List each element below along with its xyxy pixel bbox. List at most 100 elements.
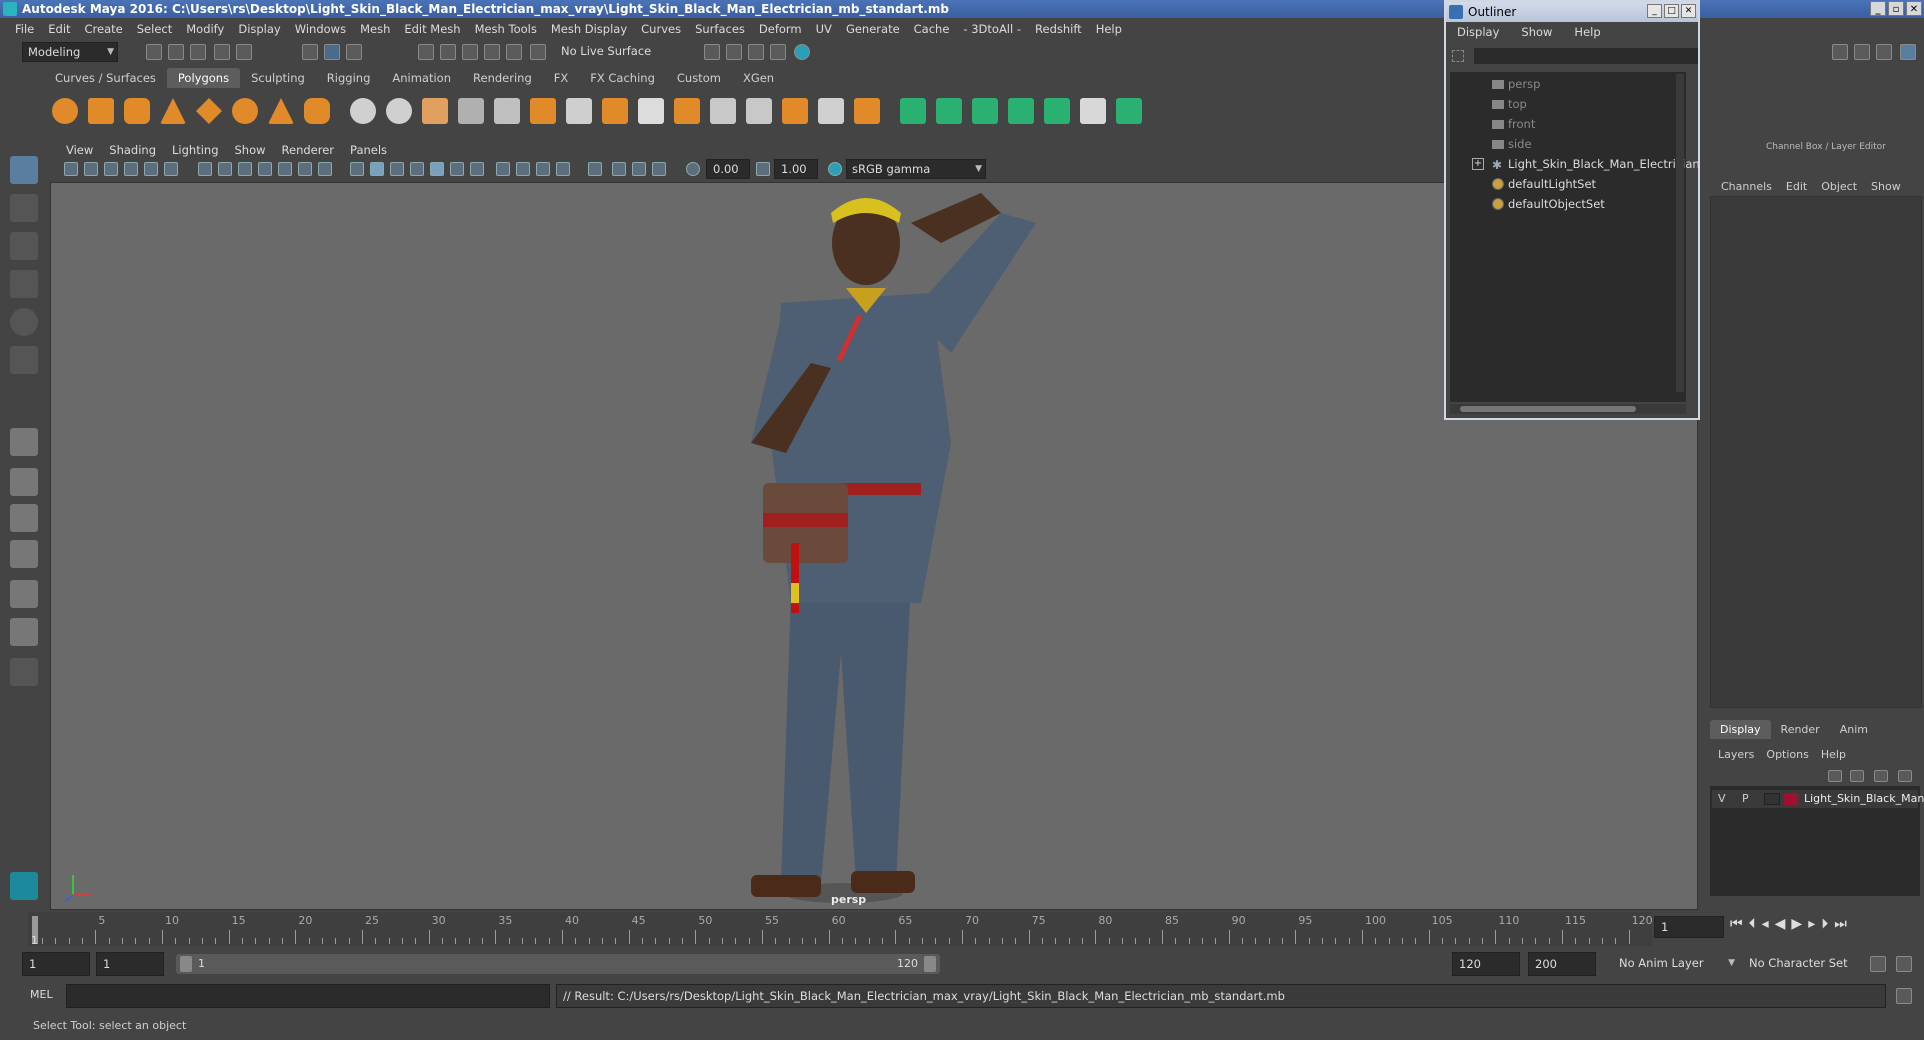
outliner-item-default-light-set[interactable]: defaultLightSet xyxy=(1508,175,1596,193)
viewport-menu-show[interactable]: Show xyxy=(227,143,274,157)
menu-deform[interactable]: Deform xyxy=(752,22,809,36)
move-tool-icon[interactable] xyxy=(10,270,38,298)
field-chart-icon[interactable] xyxy=(278,162,292,176)
character-set-dropdown[interactable]: No Character Set xyxy=(1744,952,1864,976)
menu-uv[interactable]: UV xyxy=(809,22,839,36)
uv-unfold-icon[interactable] xyxy=(1116,98,1142,124)
gate-mask-icon[interactable] xyxy=(258,162,272,176)
outliner-item-front[interactable]: front xyxy=(1508,115,1535,133)
snap-grid-icon[interactable] xyxy=(418,44,434,60)
animation-preferences-icon[interactable] xyxy=(1896,956,1912,972)
outliner-item-persp[interactable]: persp xyxy=(1508,75,1540,93)
script-editor-icon[interactable] xyxy=(1896,988,1912,1004)
paint-select-tool-icon[interactable] xyxy=(10,232,38,260)
outliner-menu-show[interactable]: Show xyxy=(1510,22,1563,42)
uv-editor-icon[interactable] xyxy=(1080,98,1106,124)
multi-cut-icon[interactable] xyxy=(638,98,664,124)
menu-cache[interactable]: Cache xyxy=(907,22,957,36)
outliner-item-side[interactable]: side xyxy=(1508,135,1532,153)
shelf-tab-fx[interactable]: FX xyxy=(543,68,580,88)
channel-box-toggle-icon[interactable] xyxy=(1900,44,1916,60)
menu-set-dropdown[interactable]: Modeling ▼ xyxy=(22,42,118,62)
two-d-pan-zoom-icon[interactable] xyxy=(144,162,158,176)
menu-modify[interactable]: Modify xyxy=(179,22,231,36)
exposure-icon[interactable] xyxy=(686,162,700,176)
auto-key-icon[interactable] xyxy=(1870,956,1886,972)
outliner-filter-icon[interactable] xyxy=(1452,50,1464,62)
shadows-icon[interactable] xyxy=(470,162,484,176)
menu-help[interactable]: Help xyxy=(1089,22,1129,36)
outliner-menu-display[interactable]: Display xyxy=(1446,22,1510,42)
gamma-field[interactable]: 1.00 xyxy=(774,159,818,179)
menu-file[interactable]: File xyxy=(8,22,41,36)
play-forwards-icon[interactable]: ▶ xyxy=(1791,916,1802,932)
layer-menu-options[interactable]: Options xyxy=(1760,748,1814,761)
layer-visibility-toggle[interactable]: V xyxy=(1718,792,1726,805)
poly-torus-icon[interactable] xyxy=(232,98,258,124)
safe-action-icon[interactable] xyxy=(298,162,312,176)
range-slider-end-handle[interactable] xyxy=(924,956,936,972)
snap-surface-icon[interactable] xyxy=(506,44,522,60)
textured-icon[interactable] xyxy=(430,162,444,176)
outliner-minimize-button[interactable]: _ xyxy=(1647,4,1662,18)
anim-layer-dropdown[interactable]: No Anim Layer ▼ xyxy=(1614,952,1738,976)
attribute-editor-icon[interactable] xyxy=(1854,44,1870,60)
select-hierarchy-icon[interactable] xyxy=(302,44,318,60)
layer-name[interactable]: Light_Skin_Black_Man xyxy=(1804,792,1924,805)
cylindrical-mapping-icon[interactable] xyxy=(936,98,962,124)
grease-pencil-icon[interactable] xyxy=(164,162,178,176)
poly-plane-icon[interactable] xyxy=(196,98,222,124)
fill-hole-icon[interactable] xyxy=(818,98,844,124)
layer-tab-anim[interactable]: Anim xyxy=(1830,720,1878,739)
graph-persp-layout-icon[interactable] xyxy=(10,540,38,568)
smooth-shade-icon[interactable] xyxy=(370,162,384,176)
minimize-button[interactable]: _ xyxy=(1870,1,1886,16)
menu-mesh[interactable]: Mesh xyxy=(353,22,397,36)
film-gate-icon[interactable] xyxy=(218,162,232,176)
outliner-item-default-object-set[interactable]: defaultObjectSet xyxy=(1508,195,1605,213)
merge-icon[interactable] xyxy=(854,98,880,124)
camera-attributes-icon[interactable] xyxy=(84,162,98,176)
dope-persp-layout-icon[interactable] xyxy=(10,580,38,608)
step-back-frame-icon[interactable]: ◂ xyxy=(1762,916,1769,932)
new-layer-icon[interactable] xyxy=(1874,770,1888,782)
menu-3dtoall[interactable]: - 3DtoAll - xyxy=(956,22,1028,36)
render-current-icon[interactable] xyxy=(726,44,742,60)
move-layer-down-icon[interactable] xyxy=(1850,770,1864,782)
viewport-menu-view[interactable]: View xyxy=(58,143,101,157)
xray-components-icon[interactable] xyxy=(652,162,666,176)
channel-box-menu-channels[interactable]: Channels xyxy=(1714,180,1779,193)
menu-mesh-tools[interactable]: Mesh Tools xyxy=(468,22,544,36)
viewport-menu-lighting[interactable]: Lighting xyxy=(164,143,226,157)
menu-select[interactable]: Select xyxy=(130,22,179,36)
viewport-menu-panels[interactable]: Panels xyxy=(342,143,395,157)
modeling-toolkit-icon[interactable] xyxy=(1832,44,1848,60)
shelf-tab-animation[interactable]: Animation xyxy=(381,68,462,88)
automatic-mapping-icon[interactable] xyxy=(1008,98,1034,124)
expand-icon[interactable]: + xyxy=(1472,158,1484,170)
scale-tool-icon[interactable] xyxy=(10,346,38,374)
shelf-tab-rigging[interactable]: Rigging xyxy=(316,68,382,88)
poly-cube-icon[interactable] xyxy=(88,98,114,124)
wireframe-icon[interactable] xyxy=(350,162,364,176)
outliner-scroll-thumb[interactable] xyxy=(1460,406,1636,412)
combine-icon[interactable] xyxy=(350,98,376,124)
live-surface-field[interactable]: No Live Surface xyxy=(556,42,666,62)
resolution-gate-icon[interactable] xyxy=(238,162,252,176)
channel-box-menu-edit[interactable]: Edit xyxy=(1779,180,1814,193)
playback-end-field[interactable]: 120 xyxy=(1452,952,1520,976)
go-to-end-icon[interactable]: ⏭ xyxy=(1834,916,1847,932)
menu-windows[interactable]: Windows xyxy=(288,22,353,36)
poly-cone-icon[interactable] xyxy=(160,98,186,124)
menu-redshift[interactable]: Redshift xyxy=(1028,22,1089,36)
command-input[interactable] xyxy=(66,984,550,1008)
extrude-icon[interactable] xyxy=(530,98,556,124)
menu-display[interactable]: Display xyxy=(231,22,287,36)
depth-of-field-icon[interactable] xyxy=(556,162,570,176)
move-layer-up-icon[interactable] xyxy=(1828,770,1842,782)
scene-end-field[interactable]: 200 xyxy=(1528,952,1596,976)
use-all-lights-icon[interactable] xyxy=(450,162,464,176)
redo-icon[interactable] xyxy=(236,44,252,60)
xray-icon[interactable] xyxy=(612,162,626,176)
open-scene-icon[interactable] xyxy=(168,44,184,60)
